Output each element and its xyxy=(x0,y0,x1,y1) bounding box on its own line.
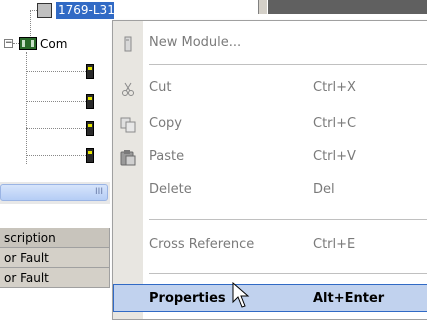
tree-panel: 1769-L31 CompactLogix − Com xyxy=(0,0,114,180)
menu-item-label: Copy xyxy=(149,116,182,131)
menu-item-copy[interactable]: Copy Ctrl+C xyxy=(113,110,427,138)
menu-item-label: Cut xyxy=(149,80,172,95)
tree-line xyxy=(26,155,86,156)
menu-item-paste[interactable]: Paste Ctrl+V xyxy=(113,143,427,171)
new-module-icon xyxy=(120,35,136,52)
tree-line xyxy=(26,71,86,72)
bus-icon xyxy=(19,37,37,50)
menu-separator xyxy=(149,219,427,220)
menu-item-delete[interactable]: Delete Del xyxy=(113,176,427,204)
module-icon[interactable] xyxy=(86,121,94,136)
menu-item-label: Cross Reference xyxy=(149,237,255,252)
menu-item-shortcut: Ctrl+V xyxy=(313,149,356,164)
dark-background xyxy=(268,0,427,14)
controller-icon xyxy=(37,3,52,18)
tree-line xyxy=(30,10,37,11)
menu-separator xyxy=(149,64,427,65)
scissors-icon xyxy=(120,80,136,96)
menu-item-label: Paste xyxy=(149,149,185,164)
mouse-cursor-icon xyxy=(232,282,250,308)
horizontal-scrollbar[interactable]: III xyxy=(0,182,110,204)
menu-item-shortcut: Del xyxy=(313,182,335,197)
copy-icon xyxy=(120,116,136,133)
context-menu: New Module... Cut Ctrl+X Copy Ctrl+C Pas… xyxy=(112,20,427,320)
panel-splitter[interactable] xyxy=(258,0,267,14)
menu-item-cross-reference[interactable]: Cross Reference Ctrl+E xyxy=(113,231,427,259)
properties-grid: scription or Fault or Fault xyxy=(0,228,110,288)
menu-item-shortcut: Ctrl+E xyxy=(313,237,356,252)
menu-item-label: Delete xyxy=(149,182,192,197)
menu-item-cut[interactable]: Cut Ctrl+X xyxy=(113,74,427,102)
menu-item-new-module[interactable]: New Module... xyxy=(113,29,427,57)
scrollbar-grip: III xyxy=(95,187,103,197)
menu-item-properties[interactable]: Properties Alt+Enter xyxy=(113,284,427,312)
menu-item-shortcut: Alt+Enter xyxy=(313,291,385,306)
tree-node-selected[interactable]: 1769-L31 CompactLogix xyxy=(56,2,114,19)
tree-node-com[interactable]: Com xyxy=(40,35,67,53)
menu-item-shortcut: Ctrl+X xyxy=(313,80,356,95)
paste-icon xyxy=(120,149,136,166)
grid-header: scription xyxy=(0,228,110,248)
tree-line xyxy=(26,101,86,102)
grid-row[interactable]: or Fault xyxy=(0,268,110,288)
scrollbar-thumb[interactable]: III xyxy=(0,184,108,201)
menu-item-label: Properties xyxy=(149,291,226,306)
tree-line xyxy=(26,128,86,129)
collapse-icon[interactable]: − xyxy=(4,39,13,48)
menu-separator xyxy=(149,273,427,274)
module-icon[interactable] xyxy=(86,148,94,163)
menu-item-shortcut: Ctrl+C xyxy=(313,116,357,131)
menu-item-label: New Module... xyxy=(149,35,242,50)
module-icon[interactable] xyxy=(86,64,94,79)
grid-row[interactable]: or Fault xyxy=(0,248,110,268)
tree-line xyxy=(26,52,27,164)
module-icon[interactable] xyxy=(86,94,94,109)
